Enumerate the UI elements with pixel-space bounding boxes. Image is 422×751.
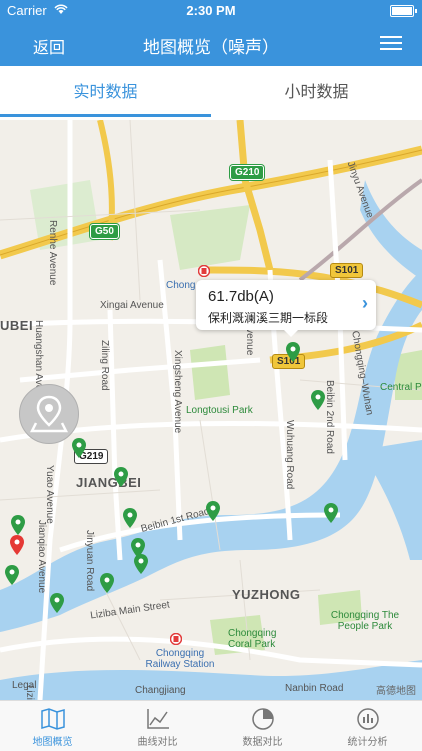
highway-shield: G50 [90,224,119,239]
tabbar-item-statistics[interactable]: 统计分析 [315,701,420,751]
metro-station-icon [198,265,210,277]
chevron-right-icon[interactable]: › [362,293,368,314]
active-tab-indicator [0,114,211,117]
map-view[interactable]: Renhe Avenue Xingai Avenue Ziling Road Y… [0,120,422,700]
expressway-g210 [236,120,274,271]
metro-station-icon [170,633,182,645]
site-name: 保利溉澜溪三期一标段 [208,311,329,325]
poi-coral-park: Chongqing Coral Park [228,628,277,650]
pie-chart-icon [251,708,274,730]
tab-bar: 地图概览 曲线对比 数据对比 统计分析 [0,700,422,751]
map-road-label: Renhe Avenue [47,220,58,286]
station-marker[interactable] [324,503,338,523]
bar-chart-icon [356,708,379,730]
map-road-label: Yuao Avenue [44,465,55,524]
highway-shield: S101 [330,263,364,278]
station-marker[interactable] [72,438,86,458]
station-marker[interactable] [114,467,128,487]
status-bar: Carrier 2:30 PM [0,0,422,22]
map-pin-icon [29,395,69,433]
map-road-label: Beibin 2nd Road [324,380,335,454]
alert-station-marker[interactable] [10,535,24,555]
map-brand-logo: 高德地图 [376,686,416,697]
tabbar-label: 统计分析 [347,737,388,748]
tabbar-label: 数据对比 [242,737,283,748]
page-title: 地图概览（噪声） [143,38,279,57]
district-label: YUZHONG [232,587,301,602]
tabbar-label: 曲线对比 [137,737,178,748]
station-marker[interactable] [206,501,220,521]
tabbar-item-curve-compare[interactable]: 曲线对比 [105,701,210,751]
clock: 2:30 PM [186,3,236,18]
poi-longtousi-park: Longtousi Park [186,405,253,416]
map-road-label: Xingsheng Avenue [172,350,183,434]
poi-railway-station: Chongqing Railway Station [145,648,215,670]
river-upper [360,180,422,280]
locate-button[interactable] [19,384,79,444]
map-road-label: Jinyuan Road [84,530,95,592]
noise-value: 61.7db(A) [208,288,274,305]
station-marker[interactable] [50,593,64,613]
map-road-label: Xingai Avenue [100,300,164,311]
map-road-label: Ziling Road [99,340,110,391]
nav-bar: 返回 地图概览（噪声） [0,22,422,66]
segment-tabs: 实时数据 小时数据 [0,66,422,121]
poi-people-park: Chongqing The People Park [330,610,400,632]
hamburger-menu-icon[interactable] [380,32,402,54]
map-legal-link[interactable]: Legal [12,680,36,691]
park-longtousi [190,345,230,400]
battery-icon [390,5,417,17]
river-east [360,440,422,560]
highway-shield: G210 [230,165,265,180]
map-icon [40,708,65,730]
tab-hourly[interactable]: 小时数据 [211,66,422,120]
tab-realtime[interactable]: 实时数据 [0,66,211,120]
tabbar-item-map-overview[interactable]: 地图概览 [0,701,105,751]
tabbar-label: 地图概览 [32,737,73,748]
station-marker[interactable] [5,565,19,585]
station-marker[interactable] [311,390,325,410]
map-road-label: Jianqiao Avenue [36,520,47,594]
park-area [170,205,250,270]
map-river-label: Changjiang [135,685,186,696]
station-marker[interactable] [286,342,300,362]
station-marker[interactable] [11,515,25,535]
map-road-label: Wuhuang Road [284,420,295,490]
map-road-label: Nanbin Road [285,683,344,694]
line-chart-icon [146,709,169,729]
district-label: JIANGBEI [76,475,142,490]
station-marker[interactable] [100,573,114,593]
station-marker[interactable] [134,554,148,574]
tabbar-item-data-compare[interactable]: 数据对比 [210,701,315,751]
district-label: UBEI [0,318,34,333]
station-marker[interactable] [123,508,137,528]
noise-popup[interactable]: 61.7db(A) 保利溉澜溪三期一标段 › [196,280,376,337]
poi-central-park: Central Pa [380,382,422,393]
